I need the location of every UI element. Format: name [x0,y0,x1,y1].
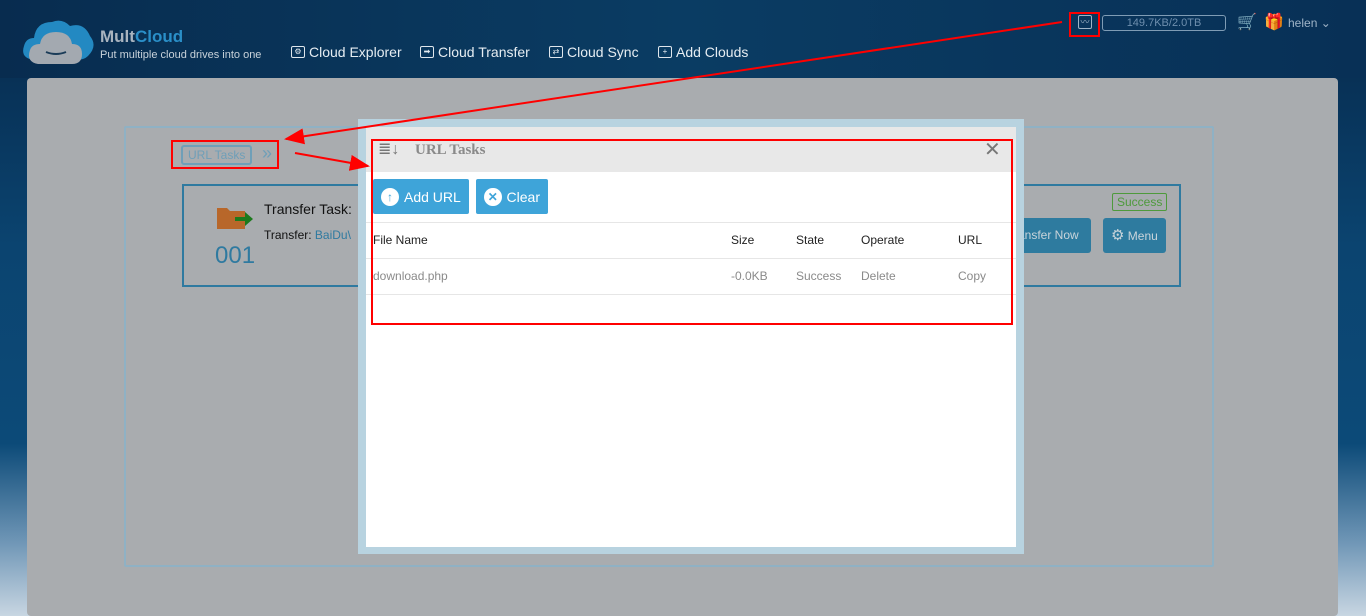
gift-icon[interactable]: 🎁 [1264,12,1284,32]
nav-add-clouds[interactable]: + Add Clouds [658,44,748,60]
dialog-header: ≣↓ URL Tasks ✕ [366,127,1016,172]
url-tasks-icon[interactable]: 〰 [1078,15,1092,29]
top-header: MultCloud Put multiple cloud drives into… [0,0,1366,78]
chevron-down-icon: ⌄ [1320,16,1331,30]
status-badge: Success [1112,193,1168,211]
brand-name: MultCloud [100,27,184,46]
tagline: Put multiple cloud drives into one [100,49,262,61]
add-url-button[interactable]: ↑ Add URL [373,179,469,214]
sync-icon: ⇄ [549,46,563,58]
add-icon: + [658,46,672,58]
multcloud-logo[interactable] [20,16,96,66]
clear-icon: ✕ [484,187,502,206]
folder-transfer-icon [217,208,253,229]
row-delete-link[interactable]: Delete [861,269,896,283]
clear-button[interactable]: ✕ Clear [476,179,548,214]
explorer-icon: ⚙ [291,46,305,58]
breadcrumb-url-tasks[interactable]: URL Tasks [181,145,253,165]
col-url: URL [958,233,983,247]
storage-quota: 149.7KB/2.0TB [1102,15,1226,31]
task-transfer: Transfer: BaiDu\ [264,228,351,242]
col-operate: Operate [861,233,905,247]
task-title: Transfer Task: [264,201,352,217]
transfer-now-button[interactable]: ansfer Now [1016,218,1091,253]
task-number: 001 [215,242,256,269]
close-icon[interactable]: ✕ [984,140,1001,160]
col-state: State [796,233,825,247]
row-file: download.php [373,269,448,283]
nav-cloud-transfer[interactable]: ➡ Cloud Transfer [420,44,530,60]
cart-icon[interactable]: 🛒 [1237,12,1257,32]
transfer-icon: ➡ [420,46,434,58]
row-copy-link[interactable]: Copy [958,269,986,283]
upload-icon: ↑ [381,187,399,206]
nav-cloud-explorer[interactable]: ⚙ Cloud Explorer [291,44,402,60]
double-chevron-icon[interactable]: » [262,143,272,164]
nav-cloud-sync[interactable]: ⇄ Cloud Sync [549,44,639,60]
col-size: Size [731,233,755,247]
user-menu[interactable]: helen ⌄ [1288,16,1331,30]
menu-button[interactable]: ⚙ Menu [1103,218,1166,253]
url-tasks-dialog: ≣↓ URL Tasks ✕ ↑ Add URL ✕ Clear File Name… [358,119,1024,554]
row-size: -0.0KB [731,269,768,283]
row-state: Success [796,269,842,283]
sort-list-icon: ≣↓ [378,141,400,158]
col-file-name: File Name [373,233,428,247]
gear-icon: ⚙ [1111,227,1125,244]
dialog-title: URL Tasks [415,142,486,158]
